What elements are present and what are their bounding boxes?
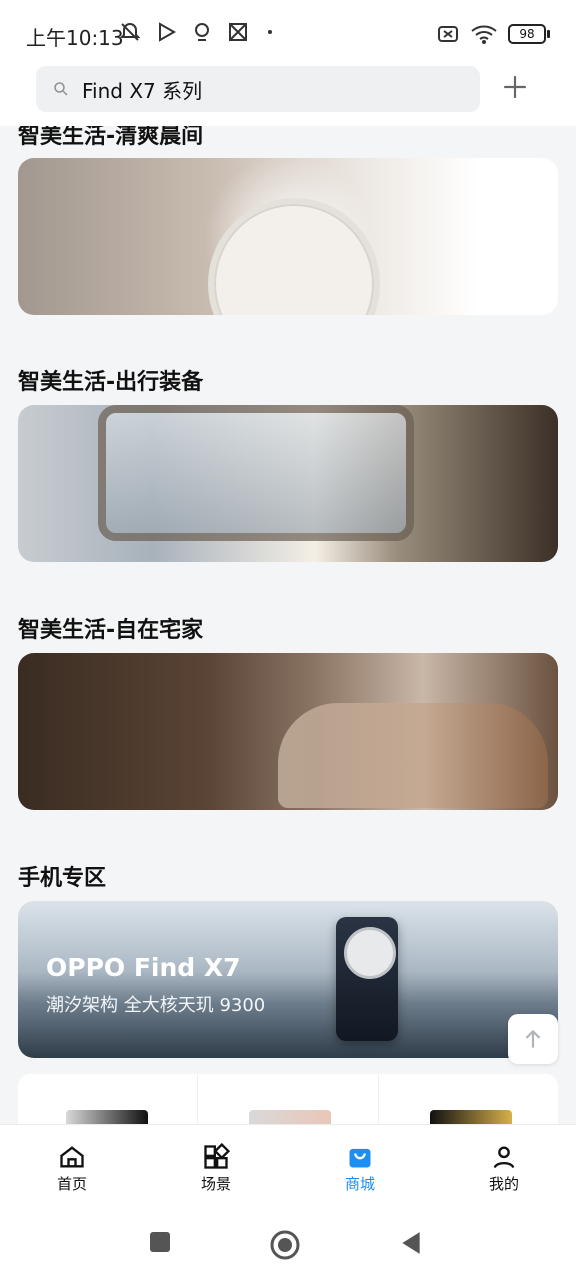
play-icon xyxy=(159,22,177,42)
arrow-up-icon xyxy=(525,1029,541,1048)
user-icon xyxy=(493,1146,515,1169)
search-icon xyxy=(54,82,68,96)
phone-image xyxy=(336,917,398,1041)
nav-item-scenes[interactable]: 场景 xyxy=(161,1125,271,1194)
circle-icon xyxy=(270,1230,300,1260)
section-title-travel: 智美生活-出行装备 xyxy=(18,370,204,395)
status-time: 上午10:13 xyxy=(26,26,124,50)
banner-morning[interactable] xyxy=(18,158,558,315)
clock-image xyxy=(208,198,380,315)
banner-home[interactable] xyxy=(18,653,558,810)
grid-icon xyxy=(204,1143,230,1169)
status-right: 98 xyxy=(436,22,550,46)
nav-label: 商城 xyxy=(344,1175,375,1193)
home-people-image xyxy=(278,703,548,808)
bell-off-icon xyxy=(119,23,141,41)
home-button[interactable] xyxy=(270,1230,300,1264)
nav-item-me[interactable]: 我的 xyxy=(449,1125,559,1194)
search-query: Find X7 系列 xyxy=(82,78,203,103)
section-title-phone: 手机专区 xyxy=(18,866,107,891)
bottom-nav: 首页 场景 商城 我的 xyxy=(0,1124,576,1213)
banner-travel[interactable] xyxy=(18,405,558,562)
nav-label: 我的 xyxy=(488,1175,519,1193)
nav-label: 首页 xyxy=(56,1175,87,1193)
nav-label: 场景 xyxy=(200,1175,231,1193)
train-window-image xyxy=(98,405,414,541)
home-icon xyxy=(60,1146,84,1168)
system-nav xyxy=(0,1212,576,1280)
location-icon xyxy=(195,23,209,41)
app-icon xyxy=(229,23,247,41)
search-bar[interactable]: Find X7 系列 xyxy=(36,66,480,112)
phone-subtitle: 潮汐架构 全大核天玑 9300 xyxy=(46,995,266,1016)
phone-camera-image xyxy=(344,927,396,979)
add-icon[interactable] xyxy=(502,74,528,100)
status-dot xyxy=(268,30,272,34)
sim-off-icon xyxy=(438,26,458,42)
battery-indicator: 98 xyxy=(508,24,550,44)
square-icon xyxy=(150,1232,170,1252)
nav-item-home[interactable]: 首页 xyxy=(17,1125,127,1194)
banner-phone[interactable]: OPPO Find X7 潮汐架构 全大核天玑 9300 xyxy=(18,901,558,1058)
back-triangle-icon xyxy=(402,1232,420,1254)
scroll-to-top-button[interactable] xyxy=(508,1014,558,1064)
shopping-bag-icon xyxy=(349,1148,371,1168)
recents-button[interactable] xyxy=(148,1230,172,1258)
phone-title: OPPO Find X7 xyxy=(46,953,241,982)
battery-level: 98 xyxy=(519,27,535,41)
wifi-icon xyxy=(471,25,497,44)
status-icons xyxy=(118,20,272,44)
nav-item-store[interactable]: 商城 xyxy=(305,1125,415,1194)
back-button[interactable] xyxy=(398,1230,424,1260)
section-title-home: 智美生活-自在宅家 xyxy=(18,618,204,643)
header: Find X7 系列 xyxy=(0,62,576,126)
status-bar: 上午10:13 98 xyxy=(0,0,576,62)
